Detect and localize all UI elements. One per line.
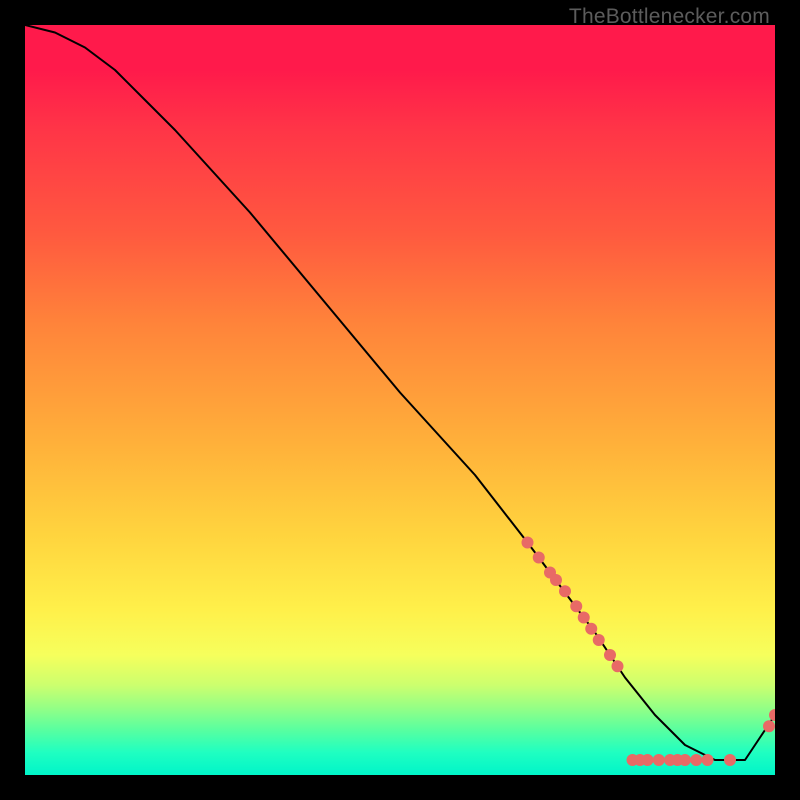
chart-plot-area xyxy=(25,25,775,775)
data-point-marker xyxy=(690,754,702,766)
data-point-marker xyxy=(612,660,624,672)
data-point-marker xyxy=(679,754,691,766)
data-point-marker xyxy=(522,537,534,549)
data-point-marker xyxy=(769,709,775,721)
data-point-marker xyxy=(570,600,582,612)
data-point-marker xyxy=(702,754,714,766)
data-point-marker xyxy=(533,552,545,564)
data-point-marker xyxy=(653,754,665,766)
data-point-marker xyxy=(724,754,736,766)
watermark-text: TheBottleneсker.com xyxy=(569,5,770,29)
data-point-marker xyxy=(559,585,571,597)
data-point-marker xyxy=(585,623,597,635)
data-point-marker xyxy=(763,720,775,732)
data-point-marker xyxy=(642,754,654,766)
chart-overlay-svg xyxy=(25,25,775,775)
data-point-marker xyxy=(593,634,605,646)
chart-line-series xyxy=(25,25,775,760)
curve-path xyxy=(25,25,775,760)
data-point-marker xyxy=(578,612,590,624)
data-point-marker xyxy=(550,574,562,586)
chart-markers xyxy=(522,537,776,767)
data-point-marker xyxy=(604,649,616,661)
